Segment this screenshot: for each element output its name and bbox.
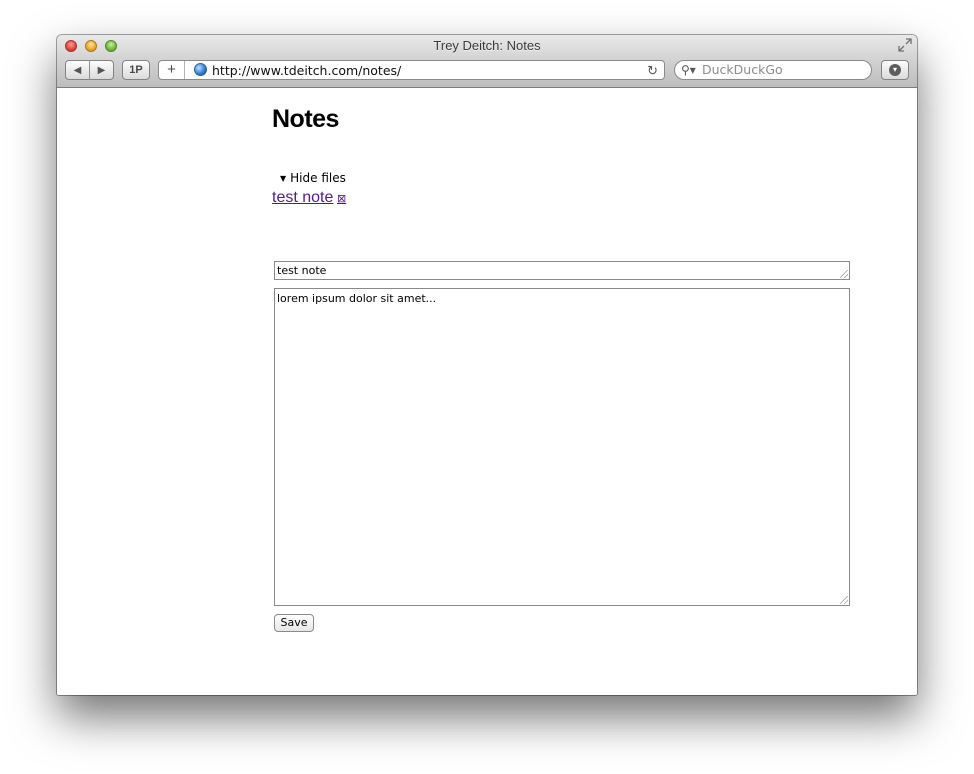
- url-field[interactable]: http://www.tdeitch.com/notes/: [212, 62, 401, 79]
- globe-icon: [194, 63, 207, 76]
- hide-files-label: Hide files: [290, 171, 346, 185]
- body-resize-grip[interactable]: [840, 596, 848, 604]
- search-placeholder: DuckDuckGo: [702, 62, 783, 77]
- back-button[interactable]: ◀: [66, 65, 89, 76]
- forward-button[interactable]: ▶: [90, 65, 113, 76]
- download-icon: ▾: [889, 64, 901, 76]
- address-bar[interactable]: + http://www.tdeitch.com/notes/ ↻: [158, 60, 665, 80]
- fullscreen-icon[interactable]: [897, 38, 913, 54]
- note-body-textarea[interactable]: lorem ipsum dolor sit amet...: [274, 288, 850, 606]
- back-forward-group: ◀ ▶: [65, 60, 114, 80]
- window-title: Trey Deitch: Notes: [433, 38, 541, 53]
- page-title: Notes: [272, 105, 339, 133]
- page-content: Notes ▼Hide files test note ⊠ lorem ipsu…: [57, 88, 917, 695]
- search-icon[interactable]: ⚲▾: [681, 61, 696, 79]
- delete-note-icon[interactable]: ⊠: [337, 193, 346, 205]
- onepassword-button[interactable]: 1P: [122, 60, 150, 80]
- reload-icon[interactable]: ↻: [647, 62, 658, 79]
- downloads-button[interactable]: ▾: [881, 60, 909, 80]
- save-button[interactable]: Save: [274, 614, 314, 632]
- search-field[interactable]: ⚲▾ DuckDuckGo: [674, 60, 872, 80]
- title-resize-grip[interactable]: [840, 270, 848, 278]
- hide-files-toggle[interactable]: ▼ Hide files: [280, 171, 346, 185]
- disclosure-triangle-icon: ▼: [280, 174, 287, 183]
- fullscreen-arrows-icon: [898, 38, 912, 52]
- browser-titlebar: Trey Deitch: Notes ◀ ▶ 1P + http://www.t…: [57, 35, 917, 88]
- add-bookmark-button[interactable]: +: [159, 61, 185, 79]
- browser-window: Trey Deitch: Notes ◀ ▶ 1P + http://www.t…: [57, 35, 917, 695]
- note-title-input[interactable]: [274, 261, 850, 280]
- note-link-test-note[interactable]: test note: [272, 189, 333, 207]
